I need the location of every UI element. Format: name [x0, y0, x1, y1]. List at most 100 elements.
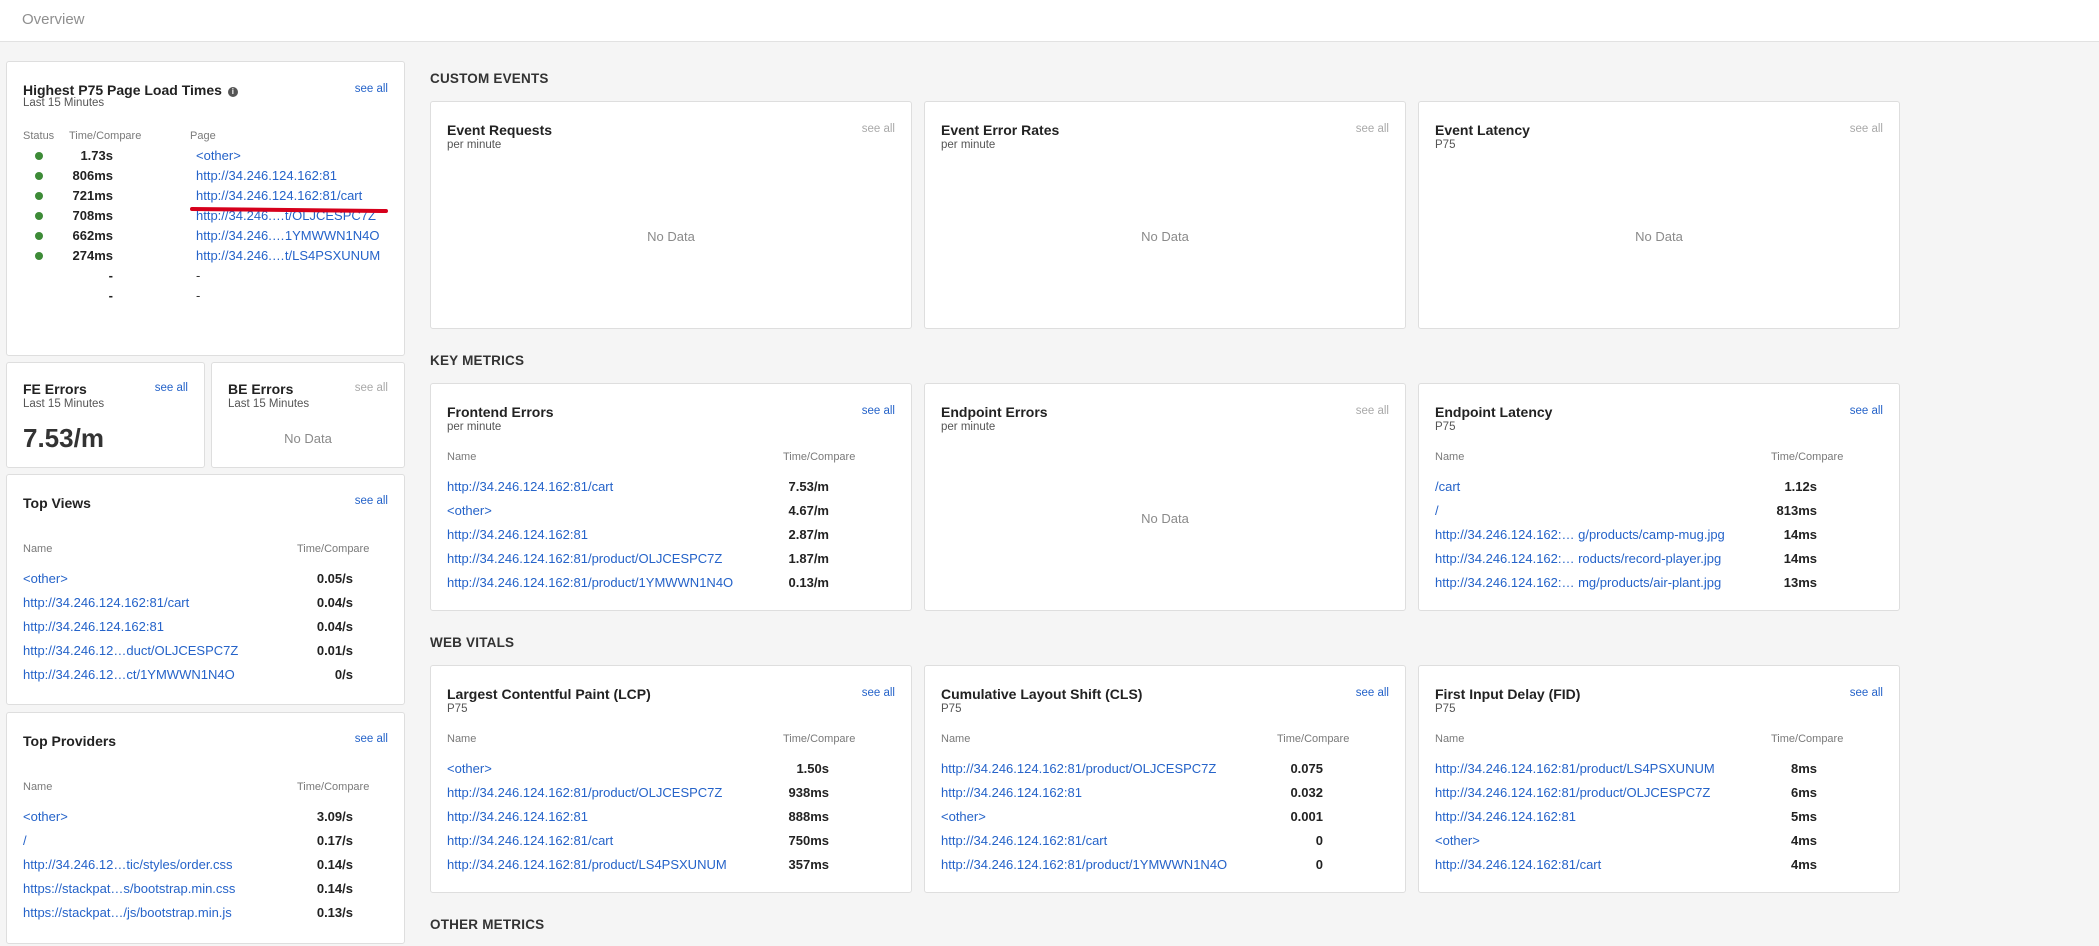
table-row: http://34.246.124.162:81/product/1YMWWN1… — [941, 857, 1389, 881]
name-link[interactable]: http://34.246.124.162:81/cart — [1435, 857, 1601, 872]
see-all-link[interactable]: see all — [862, 405, 895, 417]
see-all-link[interactable]: see all — [1356, 123, 1389, 135]
name-link[interactable]: http://34.246.124.162:81/product/1YMWWN1… — [941, 857, 1227, 872]
value: 357ms — [788, 857, 829, 872]
name-link[interactable]: <other> — [941, 809, 986, 824]
card-subtitle: per minute — [941, 421, 996, 433]
name-link[interactable]: http://34.246.12…duct/OLJCESPC7Z — [23, 643, 238, 658]
table-row: http://34.246.124.162:… mg/products/air-… — [1435, 575, 1883, 599]
value: 0.01/s — [316, 643, 353, 658]
card-subtitle: P75 — [1435, 139, 1456, 151]
name-link[interactable]: http://34.246.124.162:81 — [447, 809, 588, 824]
see-all-link[interactable]: see all — [1356, 405, 1389, 417]
name-link[interactable]: http://34.246.124.162:81/cart — [23, 595, 189, 610]
see-all-link[interactable]: see all — [155, 382, 188, 394]
col-page: Page — [190, 130, 216, 142]
list-item: <other> 3.09/s — [23, 809, 388, 833]
see-all-link[interactable]: see all — [862, 687, 895, 699]
name-link[interactable]: http://34.246.124.162:81/product/LS4PSXU… — [447, 857, 727, 872]
card-title: Top Providers — [23, 733, 117, 749]
name-link[interactable]: http://34.246.124.162:81 — [23, 619, 164, 634]
value: 14ms — [1783, 527, 1817, 542]
col-time: Time/Compare — [297, 781, 370, 793]
name-link[interactable]: http://34.246.124.162:81/product/OLJCESP… — [447, 785, 722, 800]
status-dot — [35, 232, 43, 240]
name-link[interactable]: http://34.246.124.162:81/product/LS4PSXU… — [1435, 761, 1715, 776]
name-link[interactable]: http://34.246.124.162:81/cart — [941, 833, 1107, 848]
page-link[interactable]: http://34.246.…1YMWWN1N4O — [196, 228, 380, 243]
name-link[interactable]: http://34.246.124.162:… roducts/record-p… — [1435, 551, 1721, 566]
see-all-link[interactable]: see all — [355, 83, 388, 95]
name-link[interactable]: https://stackpat…s/bootstrap.min.css — [23, 881, 235, 896]
endpoint-latency-card: Endpoint Latency P75 see all Name Time/C… — [1418, 383, 1900, 611]
lcp-rows: <other> 1.50s http://34.246.124.162:81/pr… — [447, 761, 895, 881]
name-link[interactable]: <other> — [23, 571, 68, 586]
table-row: http://34.246.124.162:81/cart 7.53/m — [447, 479, 895, 503]
page-title: Overview — [22, 11, 85, 28]
table-row: http://34.246.124.162:… g/products/camp-… — [1435, 527, 1883, 551]
table-row: 721ms http://34.246.124.162:81/cart — [23, 188, 398, 208]
value: 0.14/s — [316, 881, 353, 896]
name-link[interactable]: http://34.246.124.162:… g/products/camp-… — [1435, 527, 1725, 542]
top-providers-card: Top Providers see all Name Time/Compare … — [6, 712, 405, 944]
table-row: <other> 4.67/m — [447, 503, 895, 527]
name-link[interactable]: http://34.246.124.162:81/cart — [447, 833, 613, 848]
card-title: Highest P75 Page Load Times i — [23, 82, 238, 98]
name-link[interactable]: http://34.246.12…tic/styles/order.css — [23, 857, 233, 872]
col-time: Time/Compare — [1277, 733, 1350, 745]
name-link[interactable]: http://34.246.124.162:… mg/products/air-… — [1435, 575, 1721, 590]
see-all-link[interactable]: see all — [1356, 687, 1389, 699]
card-title: Frontend Errors — [447, 404, 554, 420]
page-link[interactable]: <other> — [196, 148, 241, 163]
card-subtitle: P75 — [941, 703, 962, 715]
time-value: 721ms — [72, 188, 113, 203]
name-link[interactable]: http://34.246.12…ct/1YMWWN1N4O — [23, 667, 235, 682]
value: 13ms — [1783, 575, 1817, 590]
name-link[interactable]: http://34.246.124.162:81/product/OLJCESP… — [1435, 785, 1710, 800]
no-data-text: No Data — [1141, 511, 1189, 526]
name-link[interactable]: / — [1435, 503, 1439, 518]
col-status: Status — [23, 130, 55, 142]
name-link[interactable]: http://34.246.124.162:81/product/1YMWWN1… — [447, 575, 733, 590]
name-link[interactable]: http://34.246.124.162:81/product/OLJCESP… — [941, 761, 1216, 776]
name-link[interactable]: https://stackpat…/js/bootstrap.min.js — [23, 905, 232, 920]
name-link[interactable]: <other> — [23, 809, 68, 824]
page-link[interactable]: http://34.246.124.162:81 — [196, 168, 337, 183]
name-link[interactable]: http://34.246.124.162:81 — [941, 785, 1082, 800]
event-latency-card: Event Latency P75 see all No Data — [1418, 101, 1900, 329]
see-all-link[interactable]: see all — [1850, 687, 1883, 699]
col-time: Time/Compare — [1771, 451, 1844, 463]
page-link[interactable]: http://34.246.…t/LS4PSXUNUM — [196, 248, 380, 263]
name-link[interactable]: <other> — [1435, 833, 1480, 848]
status-dot — [35, 172, 43, 180]
table-row: 274ms http://34.246.…t/LS4PSXUNUM — [23, 248, 398, 268]
card-subtitle: per minute — [447, 139, 502, 151]
info-icon[interactable]: i — [227, 87, 238, 97]
name-link[interactable]: http://34.246.124.162:81/cart — [447, 479, 613, 494]
table-row: http://34.246.124.162:81/product/LS4PSXU… — [447, 857, 895, 881]
name-link[interactable]: / — [23, 833, 27, 848]
value: 0.04/s — [316, 619, 353, 634]
name-link[interactable]: http://34.246.124.162:81 — [447, 527, 588, 542]
top-providers-rows: <other> 3.09/s / 0.17/s http://34.246.12…t… — [23, 809, 388, 929]
see-all-link[interactable]: see all — [355, 733, 388, 745]
section-key-metrics: KEY METRICS — [430, 353, 525, 368]
name-link[interactable]: <other> — [447, 503, 492, 518]
table-row: <other> 0.001 — [941, 809, 1389, 833]
table-row: 806ms http://34.246.124.162:81 — [23, 168, 398, 188]
see-all-link[interactable]: see all — [862, 123, 895, 135]
see-all-link[interactable]: see all — [1850, 123, 1883, 135]
time-value: 708ms — [72, 208, 113, 223]
card-title: First Input Delay (FID) — [1435, 686, 1581, 702]
name-link[interactable]: <other> — [447, 761, 492, 776]
page-link[interactable]: http://34.246.124.162:81/cart — [196, 188, 362, 203]
endpoint-latency-rows: /cart 1.12s / 813ms http://34.246.124.162:… — [1435, 479, 1883, 599]
fe-errors-card: FE Errors Last 15 Minutes see all 7.53/m — [6, 362, 205, 468]
table-row: 662ms http://34.246.…1YMWWN1N4O — [23, 228, 398, 248]
see-all-link[interactable]: see all — [1850, 405, 1883, 417]
name-link[interactable]: http://34.246.124.162:81 — [1435, 809, 1576, 824]
see-all-link[interactable]: see all — [355, 382, 388, 394]
name-link[interactable]: http://34.246.124.162:81/product/OLJCESP… — [447, 551, 722, 566]
see-all-link[interactable]: see all — [355, 495, 388, 507]
name-link[interactable]: /cart — [1435, 479, 1460, 494]
